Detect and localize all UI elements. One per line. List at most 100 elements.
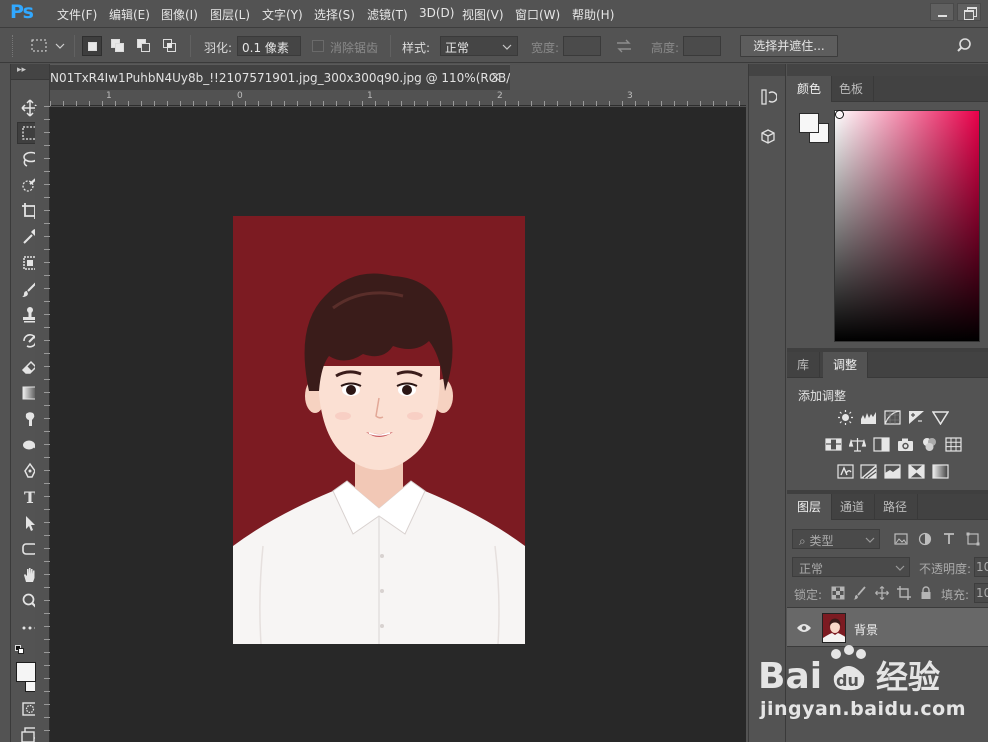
intersect-selection-button[interactable] xyxy=(160,36,180,56)
tab-libraries[interactable]: 库 xyxy=(787,352,821,378)
layer-filter-select[interactable]: ⌕ 类型 xyxy=(792,529,880,549)
gradient-map-icon[interactable] xyxy=(932,464,949,479)
dock-header[interactable] xyxy=(749,64,785,76)
filter-adjustment-icon[interactable] xyxy=(918,532,932,546)
levels-icon[interactable] xyxy=(860,410,877,425)
lock-pixels-icon[interactable] xyxy=(853,586,867,600)
chevron-down-icon xyxy=(502,44,512,50)
document-image[interactable] xyxy=(233,216,525,644)
exposure-icon[interactable] xyxy=(908,410,925,425)
lock-all-icon[interactable] xyxy=(919,586,933,600)
tools-panel-header[interactable]: ▸▸ xyxy=(11,64,49,80)
menu-layer[interactable]: 图层(L) xyxy=(210,6,250,23)
menu-window[interactable]: 窗口(W) xyxy=(515,6,560,23)
menu-help[interactable]: 帮助(H) xyxy=(572,6,614,23)
height-input[interactable] xyxy=(683,36,721,56)
color-foreground-swatch[interactable] xyxy=(799,113,819,133)
tab-adjustments[interactable]: 调整 xyxy=(823,352,869,378)
tab-paths[interactable]: 路径 xyxy=(873,494,919,520)
lock-transparency-icon[interactable] xyxy=(831,586,845,600)
document-tab[interactable]: N01TxR4Iw1PuhbN4Uy8b_!!2107571901.jpg_30… xyxy=(50,64,543,90)
tab-color[interactable]: 颜色 xyxy=(787,76,833,102)
style-select[interactable]: 正常 xyxy=(440,36,518,56)
menu-edit[interactable]: 编辑(E) xyxy=(109,6,150,23)
menu-filter[interactable]: 滤镜(T) xyxy=(367,6,408,23)
eye-visibility-icon[interactable] xyxy=(796,622,812,634)
minimize-button[interactable] xyxy=(930,3,954,21)
options-bar: 羽化: 0.1 像素 消除锯齿 样式: 正常 宽度: 高度: 选择并遮住... xyxy=(0,29,988,63)
menu-type[interactable]: 文字(Y) xyxy=(262,6,303,23)
3d-panel-button[interactable] xyxy=(755,124,781,150)
hue-saturation-icon[interactable] xyxy=(825,437,842,452)
vibrance-icon[interactable] xyxy=(932,410,949,425)
swap-arrows-icon[interactable] xyxy=(616,39,632,53)
new-selection-button[interactable] xyxy=(82,36,102,56)
opacity-input[interactable]: 10 xyxy=(974,557,988,577)
selective-color-icon[interactable] xyxy=(908,464,925,479)
threshold-icon[interactable] xyxy=(884,464,901,479)
ruler-tick xyxy=(297,101,298,106)
options-grip[interactable] xyxy=(12,35,15,57)
ruler-number: 3 xyxy=(627,91,633,101)
layer-row[interactable]: 背景 xyxy=(787,607,988,647)
posterize-icon[interactable] xyxy=(860,464,877,479)
marquee-preset-picker[interactable] xyxy=(30,37,68,55)
menu-file[interactable]: 文件(F) xyxy=(57,6,97,23)
ruler-number: 1 xyxy=(106,91,112,101)
ruler-tick xyxy=(388,101,389,106)
separator xyxy=(390,35,391,57)
ruler-tick xyxy=(219,101,220,106)
tab-channels[interactable]: 通道 xyxy=(830,494,876,520)
ruler-tick xyxy=(609,101,610,106)
filter-type-layer-icon[interactable] xyxy=(942,532,956,546)
fill-label: 填充: xyxy=(941,588,970,602)
default-colors-icon[interactable] xyxy=(15,645,25,655)
filter-shape-icon[interactable] xyxy=(966,532,980,546)
fill-input[interactable]: 10 xyxy=(974,583,988,603)
lock-artboard-icon[interactable] xyxy=(897,586,911,600)
feather-input[interactable]: 0.1 像素 xyxy=(237,36,301,56)
color-balance-icon[interactable] xyxy=(849,437,866,452)
search-icon[interactable] xyxy=(957,37,975,55)
history-panel-button[interactable] xyxy=(755,84,781,110)
rect-marquee-icon xyxy=(31,39,65,52)
panels-header[interactable] xyxy=(787,64,988,76)
ruler-tick xyxy=(700,101,701,106)
menu-view[interactable]: 视图(V) xyxy=(462,6,504,23)
horizontal-ruler[interactable]: 1 0 1 2 3 xyxy=(50,90,746,106)
foreground-color-swatch[interactable] xyxy=(16,662,36,682)
curves-icon[interactable] xyxy=(884,410,901,425)
collapse-icon[interactable]: ▸▸ xyxy=(17,65,26,75)
ruler-tick xyxy=(349,101,350,106)
color-picker-field[interactable] xyxy=(834,110,980,342)
tab-layers[interactable]: 图层 xyxy=(787,494,833,520)
blend-mode-select[interactable]: 正常 xyxy=(792,557,910,577)
color-picker-cursor[interactable] xyxy=(835,110,844,119)
width-label: 宽度: xyxy=(531,41,560,55)
black-white-icon[interactable] xyxy=(873,437,890,452)
subtract-from-selection-button[interactable] xyxy=(134,36,154,56)
select-and-mask-button[interactable]: 选择并遮住... xyxy=(740,35,838,57)
photo-filter-icon[interactable] xyxy=(897,437,914,452)
filter-pixel-layer-icon[interactable] xyxy=(894,532,908,546)
ruler-tick xyxy=(687,101,688,106)
vertical-ruler[interactable] xyxy=(35,106,50,742)
lock-position-icon[interactable] xyxy=(875,586,889,600)
channel-mixer-icon[interactable] xyxy=(921,437,938,452)
tab-swatches[interactable]: 色板 xyxy=(829,76,875,102)
close-tab-icon[interactable]: × xyxy=(490,70,501,85)
brightness-icon[interactable] xyxy=(837,410,854,425)
width-input[interactable] xyxy=(563,36,601,56)
menu-3d[interactable]: 3D(D) xyxy=(419,6,454,20)
restore-button[interactable] xyxy=(957,3,981,21)
invert-icon[interactable] xyxy=(837,464,854,479)
ruler-tick xyxy=(401,101,402,106)
menu-image[interactable]: 图像(I) xyxy=(161,6,198,23)
canvas-area[interactable] xyxy=(50,107,746,742)
add-to-selection-button[interactable] xyxy=(108,36,128,56)
history-icon xyxy=(761,89,777,105)
antialias-checkbox[interactable] xyxy=(312,40,324,52)
ruler-tick xyxy=(583,101,584,106)
menu-select[interactable]: 选择(S) xyxy=(314,6,355,23)
color-lookup-icon[interactable] xyxy=(945,437,962,452)
